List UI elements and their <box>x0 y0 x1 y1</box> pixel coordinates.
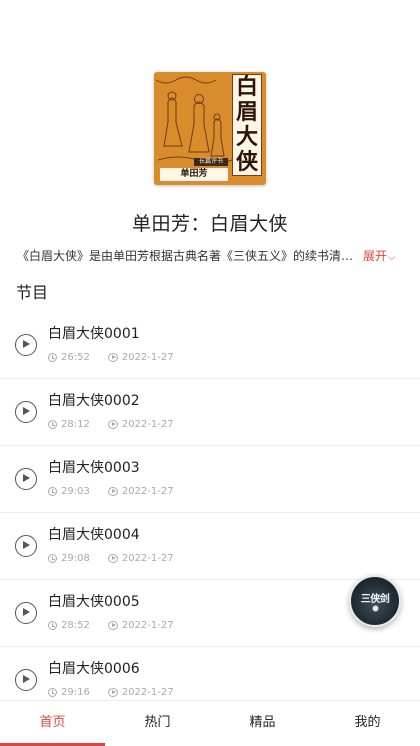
clock-icon <box>48 487 57 496</box>
episode-duration: 29:08 <box>61 553 90 564</box>
expand-label: 展开 <box>363 249 388 263</box>
chevron-down-icon: ⌵ <box>388 252 396 263</box>
play-icon[interactable] <box>15 535 37 557</box>
episode-title: 白眉大侠0001 <box>48 326 140 342</box>
upload-date-icon <box>107 420 118 429</box>
floating-player-disc[interactable]: 三侠剑 <box>349 575 401 627</box>
episode-duration: 26:52 <box>61 352 90 363</box>
episode-title: 白眉大侠0006 <box>48 661 140 677</box>
cover-title-char: 白 <box>235 74 258 100</box>
upload-date-icon <box>107 353 118 362</box>
floating-player-label: 三侠剑 <box>360 594 390 605</box>
episode-duration: 28:52 <box>61 620 90 631</box>
episode-meta: 26:52 2022-1-27 <box>48 352 174 363</box>
episode-row[interactable]: 白眉大侠0002 28:12 2022-1-27 <box>0 379 420 446</box>
episode-meta: 29:16 2022-1-27 <box>48 687 174 698</box>
tab-home[interactable]: 首页 <box>0 701 105 746</box>
episode-date: 2022-1-27 <box>121 553 174 564</box>
episode-meta: 29:08 2022-1-27 <box>48 553 174 564</box>
episode-meta: 28:52 2022-1-27 <box>48 620 174 631</box>
album-title: 单田芳：白眉大侠 <box>131 213 288 235</box>
episode-list: 白眉大侠0001 26:52 2022-1-27 白眉大侠0002 28:12 … <box>0 312 420 714</box>
cover-title-strip: 白 眉 大 侠 <box>232 74 262 176</box>
play-icon[interactable] <box>15 334 37 356</box>
clock-icon <box>48 621 57 630</box>
upload-date-icon <box>107 554 118 563</box>
cover-title-char: 大 <box>235 124 258 150</box>
clock-icon <box>48 554 57 563</box>
album-cover: 白 眉 大 侠 长篇评书 单田芳 <box>154 72 266 185</box>
upload-date-icon <box>107 487 118 496</box>
play-icon[interactable] <box>15 468 37 490</box>
episode-title: 白眉大侠0002 <box>48 393 140 409</box>
episode-title: 白眉大侠0005 <box>48 594 140 610</box>
disc-center-icon <box>372 605 379 612</box>
episode-row[interactable]: 白眉大侠0004 29:08 2022-1-27 <box>0 513 420 580</box>
episode-date: 2022-1-27 <box>121 419 174 430</box>
clock-icon <box>48 353 57 362</box>
cover-series-label: 长篇评书 <box>194 158 228 166</box>
tab-mine[interactable]: 我的 <box>315 701 420 746</box>
episode-row[interactable]: 白眉大侠0001 26:52 2022-1-27 <box>0 312 420 379</box>
bottom-tab-bar: 首页 热门 精品 我的 <box>0 700 420 746</box>
album-intro: 《白眉大侠》是由单田芳根据古典名著《三侠五义》的续书清末民初的《小五义》改编的评… <box>17 247 405 265</box>
cover-title-char: 侠 <box>235 149 258 175</box>
tab-premium[interactable]: 精品 <box>210 701 315 746</box>
episode-meta: 29:03 2022-1-27 <box>48 486 174 497</box>
expand-button[interactable]: 展开⌵ <box>363 247 396 264</box>
album-intro-text: 《白眉大侠》是由单田芳根据古典名著《三侠五义》的续书清末民初的《小五义》改编的评… <box>17 249 363 263</box>
upload-date-icon <box>107 688 118 697</box>
episode-date: 2022-1-27 <box>121 352 174 363</box>
clock-icon <box>48 688 57 697</box>
episode-duration: 29:03 <box>61 486 90 497</box>
play-icon[interactable] <box>15 602 37 624</box>
episode-date: 2022-1-27 <box>121 486 174 497</box>
episode-date: 2022-1-27 <box>121 620 174 631</box>
episode-duration: 29:16 <box>61 687 90 698</box>
clock-icon <box>48 420 57 429</box>
episode-title: 白眉大侠0004 <box>48 527 140 543</box>
tab-hot[interactable]: 热门 <box>105 701 210 746</box>
play-icon[interactable] <box>15 669 37 691</box>
episode-duration: 28:12 <box>61 419 90 430</box>
episode-title: 白眉大侠0003 <box>48 460 140 476</box>
episode-meta: 28:12 2022-1-27 <box>48 419 174 430</box>
episode-date: 2022-1-27 <box>121 687 174 698</box>
section-title: 节目 <box>16 283 49 302</box>
cover-title-char: 眉 <box>235 99 258 125</box>
upload-date-icon <box>107 621 118 630</box>
cover-author-label: 单田芳 <box>160 168 228 181</box>
play-icon[interactable] <box>15 401 37 423</box>
episode-row[interactable]: 白眉大侠0003 29:03 2022-1-27 <box>0 446 420 513</box>
